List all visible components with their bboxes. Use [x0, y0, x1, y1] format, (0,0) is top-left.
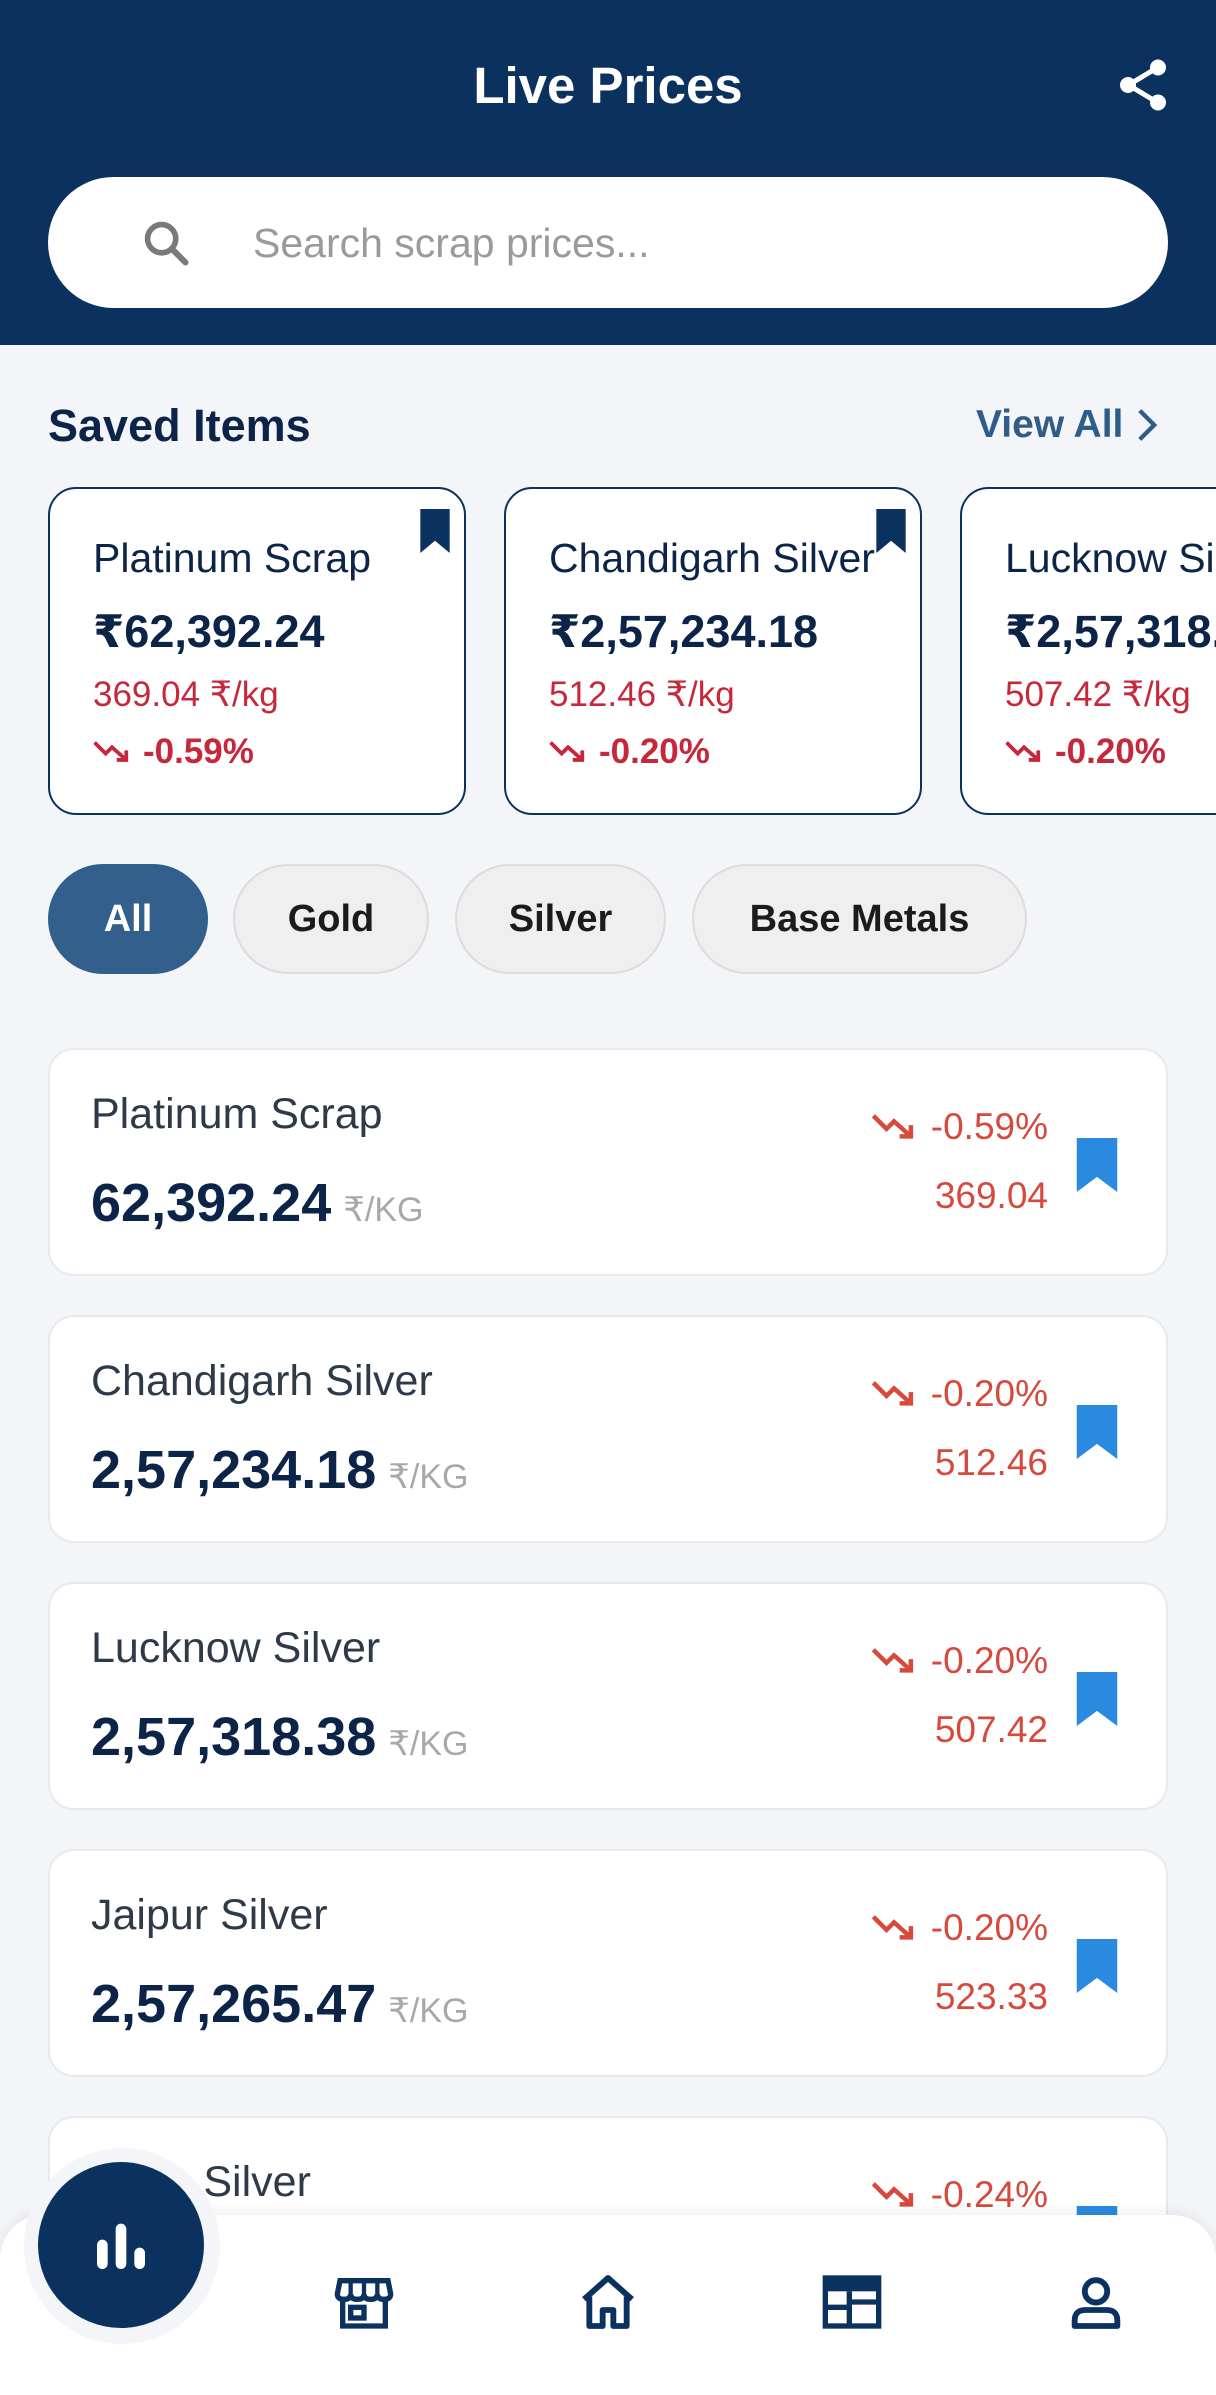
- saved-item-change: -0.59%: [93, 732, 254, 772]
- item-unit: ₹/KG: [388, 1725, 469, 1763]
- item-name: Lucknow Silver: [91, 1624, 381, 1672]
- item-price-value: 2,57,234.18: [91, 1440, 377, 1500]
- saved-item-change: -0.20%: [549, 732, 710, 772]
- item-price: 2,57,265.47 ₹/KG: [91, 1973, 468, 2035]
- bookmark-icon[interactable]: [1076, 1672, 1118, 1726]
- trend-down-icon: [93, 741, 129, 762]
- item-price-value: 62,392.24: [91, 1173, 332, 1233]
- item-change-value: -0.20%: [930, 1373, 1048, 1414]
- saved-item-rate: 369.04 ₹/kg: [93, 675, 279, 714]
- item-name: Chandigarh Silver: [91, 1357, 433, 1405]
- item-unit: ₹/KG: [388, 1992, 469, 2030]
- trend-down-icon: [871, 2182, 913, 2207]
- saved-item-rate: 507.42 ₹/kg: [1005, 675, 1191, 714]
- app-header: Live Prices: [0, 0, 1216, 345]
- item-unit: ₹/KG: [388, 1458, 469, 1496]
- item-price: 62,392.24 ₹/KG: [91, 1172, 423, 1234]
- bookmark-icon[interactable]: [1076, 1138, 1118, 1192]
- item-change-value: -0.20%: [930, 1640, 1048, 1681]
- saved-item-price: ₹2,57,234.18: [549, 606, 819, 657]
- trend-down-icon: [871, 1915, 913, 1940]
- chevron-right-icon: [1138, 409, 1158, 441]
- chart-icon: [97, 2223, 145, 2269]
- saved-item-name: Platinum Scrap: [93, 535, 372, 581]
- item-change: -0.20%: [871, 1907, 1048, 1949]
- item-change: -0.24%: [871, 2174, 1048, 2216]
- item-price-value: 2,57,318.38: [91, 1707, 377, 1767]
- trend-down-icon: [871, 1381, 913, 1406]
- item-change: -0.20%: [871, 1640, 1048, 1682]
- item-name: Jaipur Silver: [91, 1891, 328, 1939]
- trend-down-icon: [871, 1648, 913, 1673]
- view-all-label: View All: [976, 403, 1124, 446]
- filter-chip-silver[interactable]: Silver: [455, 864, 666, 974]
- nav-item-profile[interactable]: [1062, 2268, 1130, 2336]
- item-delta: 512.46: [934, 1442, 1048, 1483]
- saved-item-change-value: -0.20%: [599, 732, 710, 771]
- home-icon: [582, 2275, 634, 2329]
- share-icon: [1120, 59, 1166, 111]
- share-button[interactable]: [1110, 52, 1176, 118]
- view-all-link[interactable]: View All: [976, 403, 1159, 447]
- item-delta: 523.33: [934, 1976, 1048, 2017]
- saved-item-name: Lucknow Silver: [1005, 535, 1216, 581]
- saved-card[interactable]: Chandigarh Silver ₹2,57,234.18 512.46 ₹/…: [504, 487, 922, 815]
- saved-item-change-value: -0.59%: [143, 732, 254, 771]
- item-price: 2,57,318.38 ₹/KG: [91, 1706, 468, 1768]
- nav-item-prices[interactable]: [38, 2162, 204, 2328]
- trend-down-icon: [871, 1114, 913, 1139]
- saved-card[interactable]: Lucknow Silver ₹2,57,318.38 507.42 ₹/kg …: [960, 487, 1216, 815]
- item-unit: ₹/KG: [343, 1191, 424, 1229]
- saved-items-title: Saved Items: [48, 400, 311, 451]
- news-icon: [822, 2275, 882, 2329]
- filter-chip-all[interactable]: All: [48, 864, 208, 974]
- search-bar[interactable]: [48, 177, 1168, 308]
- nav-item-home[interactable]: [574, 2268, 642, 2336]
- item-change-value: -0.20%: [930, 1907, 1048, 1948]
- saved-item-rate: 512.46 ₹/kg: [549, 675, 735, 714]
- nav-item-news[interactable]: [818, 2268, 886, 2336]
- item-price-value: 2,57,265.47: [91, 1974, 377, 2034]
- item-change-value: -0.24%: [930, 2174, 1048, 2215]
- list-item[interactable]: Platinum Scrap 62,392.24 ₹/KG -0.59% 369.…: [48, 1048, 1168, 1276]
- saved-item-name: Chandigarh Silver: [549, 535, 875, 581]
- search-icon: [144, 221, 189, 266]
- saved-item-price: ₹62,392.24: [93, 606, 325, 657]
- store-icon: [334, 2278, 394, 2329]
- item-price: 2,57,234.18 ₹/KG: [91, 1439, 468, 1501]
- item-change: -0.20%: [871, 1373, 1048, 1415]
- saved-card[interactable]: Platinum Scrap ₹62,392.24 369.04 ₹/kg -0…: [48, 487, 466, 815]
- filter-chip-base-metals[interactable]: Base Metals: [692, 864, 1027, 974]
- profile-icon: [1071, 2277, 1121, 2329]
- list-item[interactable]: Jaipur Silver 2,57,265.47 ₹/KG -0.20% 523…: [48, 1849, 1168, 2077]
- saved-item-price: ₹2,57,318.38: [1005, 606, 1216, 657]
- search-input[interactable]: [253, 207, 1133, 279]
- item-delta: 369.04: [934, 1175, 1048, 1216]
- saved-item-change: -0.20%: [1005, 732, 1166, 772]
- saved-item-change-value: -0.20%: [1055, 732, 1166, 771]
- page-title: Live Prices: [473, 57, 743, 114]
- item-name: Platinum Scrap: [91, 1090, 383, 1138]
- nav-item-store[interactable]: [330, 2268, 398, 2336]
- list-item[interactable]: Lucknow Silver 2,57,318.38 ₹/KG -0.20% 50…: [48, 1582, 1168, 1810]
- list-item[interactable]: Chandigarh Silver 2,57,234.18 ₹/KG -0.20%…: [48, 1315, 1168, 1543]
- bookmark-icon[interactable]: [1076, 1939, 1118, 1993]
- trend-down-icon: [549, 741, 585, 762]
- bookmark-icon[interactable]: [420, 509, 450, 553]
- item-change-value: -0.59%: [930, 1106, 1048, 1147]
- item-delta: 507.42: [934, 1709, 1048, 1750]
- trend-down-icon: [1005, 741, 1041, 762]
- item-change: -0.59%: [871, 1106, 1048, 1148]
- filter-chip-gold[interactable]: Gold: [233, 864, 429, 974]
- bookmark-icon[interactable]: [876, 509, 906, 553]
- bookmark-icon[interactable]: [1076, 1405, 1118, 1459]
